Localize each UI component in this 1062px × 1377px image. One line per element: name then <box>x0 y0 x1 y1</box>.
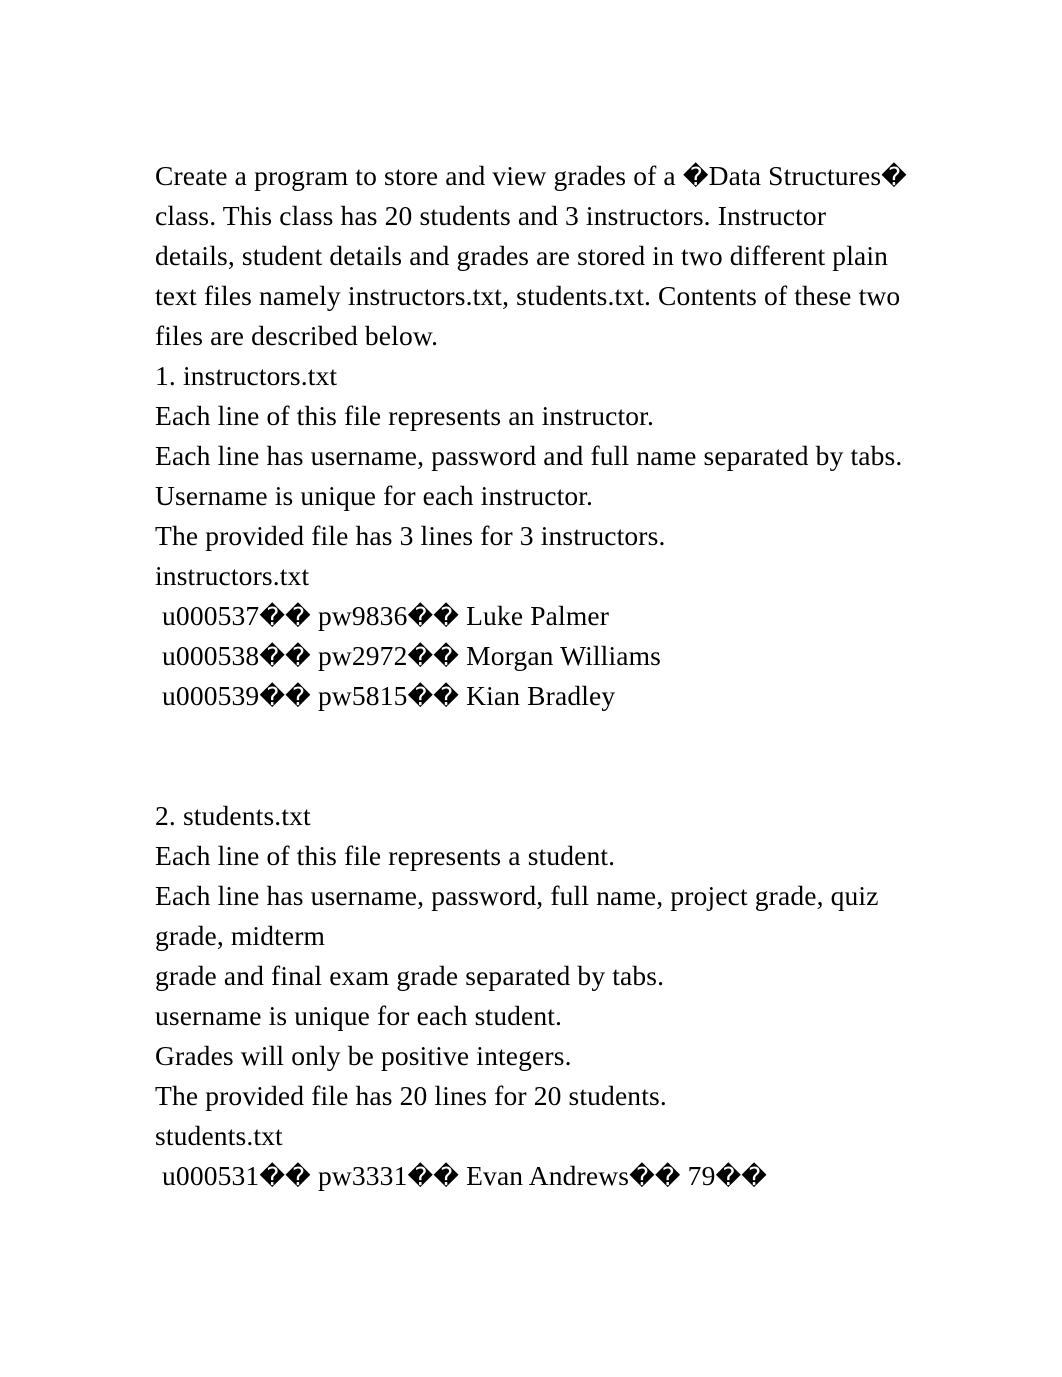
replacement-character-icon: � <box>259 682 286 711</box>
section-1-heading: 1. instructors.txt <box>155 360 338 391</box>
replacement-character-icon: � <box>433 602 460 631</box>
replacement-character-icon: � <box>407 602 434 631</box>
instructor-record-3: u000539�� pw5815�� Kian Bradley <box>155 680 616 711</box>
student-record-1: u000531�� pw3331�� Evan Andrews�� 79�� <box>155 1160 768 1191</box>
instructors-line-meaning: Each line of this file represents an ins… <box>155 400 654 431</box>
replacement-character-icon: � <box>285 642 311 671</box>
replacement-character-icon: � <box>407 1162 434 1191</box>
replacement-character-icon: � <box>259 1162 286 1191</box>
instructors-username-unique: Username is unique for each instructor. <box>155 480 594 511</box>
replacement-character-icon: � <box>285 1162 311 1191</box>
replacement-character-icon: � <box>433 642 460 671</box>
students-grades-note: Grades will only be positive integers. <box>155 1040 572 1071</box>
students-line-fields-cont: grade and final exam grade separated by … <box>155 960 665 991</box>
intro-paragraph: Create a program to store and view grade… <box>155 160 914 351</box>
instructor-record-2: u000538�� pw2972�� Morgan Williams <box>155 640 662 671</box>
replacement-character-icon: � <box>433 1162 460 1191</box>
students-username-unique: username is unique for each student. <box>155 1000 563 1031</box>
replacement-character-icon: � <box>407 642 434 671</box>
replacement-character-icon: � <box>259 642 286 671</box>
students-line-meaning: Each line of this file represents a stud… <box>155 840 616 871</box>
replacement-character-icon: � <box>881 162 907 191</box>
students-line-fields: Each line has username, password, full n… <box>155 880 886 951</box>
replacement-character-icon: � <box>285 682 311 711</box>
instructor-record-1: u000537�� pw9836�� Luke Palmer <box>155 600 610 631</box>
blank-1 <box>155 716 907 756</box>
replacement-character-icon: � <box>259 602 286 631</box>
replacement-character-icon: � <box>741 1162 768 1191</box>
replacement-character-icon: � <box>682 162 709 191</box>
replacement-character-icon: � <box>654 1162 681 1191</box>
students-file-label: students.txt <box>155 1120 283 1151</box>
replacement-character-icon: � <box>285 602 311 631</box>
instructors-line-count: The provided file has 3 lines for 3 inst… <box>155 520 666 551</box>
blank-2 <box>155 756 907 796</box>
instructors-line-fields: Each line has username, password and ful… <box>155 440 903 471</box>
replacement-character-icon: � <box>407 682 434 711</box>
document-page: Create a program to store and view grade… <box>0 0 1062 1377</box>
document-text-body: Create a program to store and view grade… <box>155 156 942 1196</box>
students-line-count: The provided file has 20 lines for 20 st… <box>155 1080 667 1111</box>
replacement-character-icon: � <box>629 1162 655 1191</box>
section-2-heading: 2. students.txt <box>155 800 311 831</box>
replacement-character-icon: � <box>433 682 460 711</box>
instructors-file-label: instructors.txt <box>155 560 310 591</box>
replacement-character-icon: � <box>715 1162 742 1191</box>
